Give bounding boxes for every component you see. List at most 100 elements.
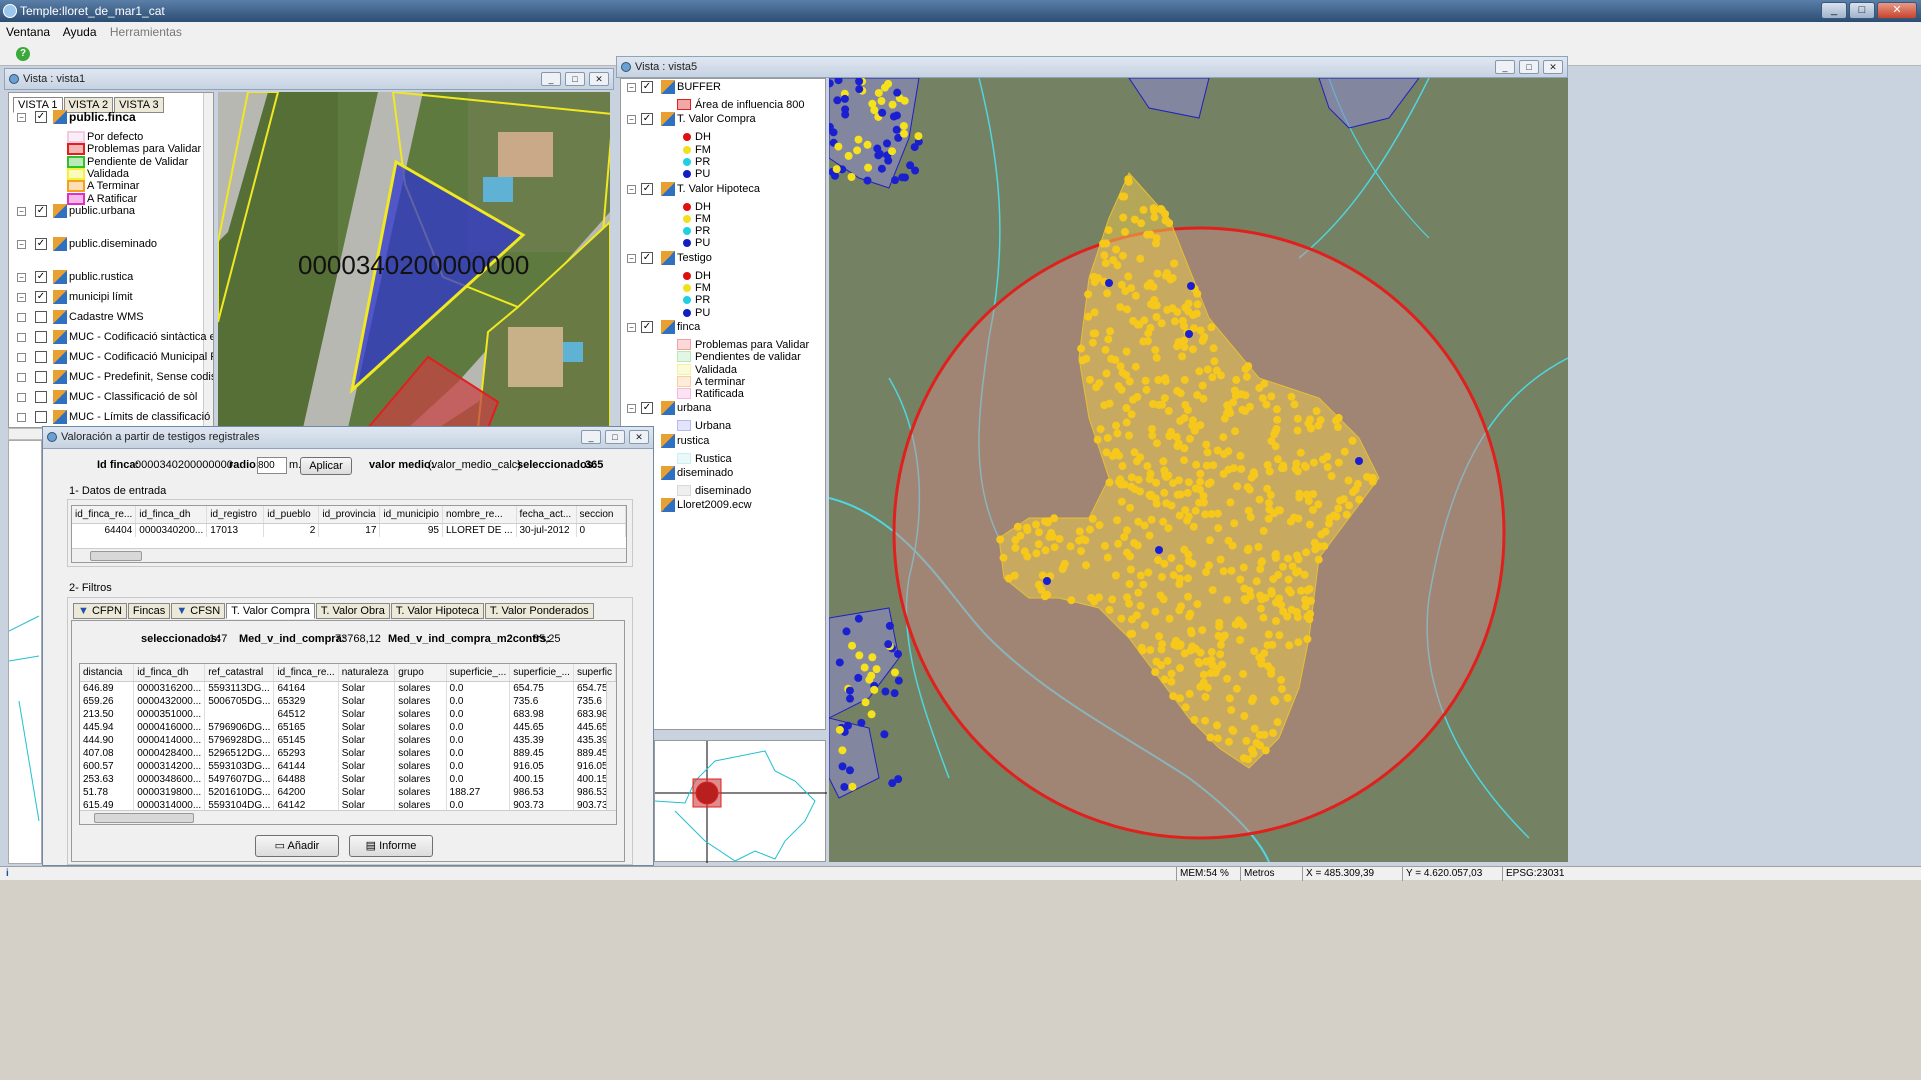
input-col-header[interactable]: id_provincia — [318, 506, 381, 524]
layer-checkbox[interactable]: ✓ — [641, 81, 653, 93]
expand-icon[interactable]: − — [17, 113, 26, 122]
input-col-header[interactable]: seccion — [576, 506, 626, 524]
results-hscroll[interactable] — [80, 810, 616, 824]
view5-map[interactable] — [829, 78, 1568, 862]
table-row[interactable]: 444.90 0000414000... 5796928DG... 65145 Sola… — [80, 733, 616, 747]
layer-group[interactable]: − ✓ T. Valor Compra — [621, 111, 821, 127]
layer-item[interactable]: MUC - Predefinit, Sense codis — [9, 369, 213, 385]
result-col-header[interactable]: grupo — [394, 664, 447, 682]
result-col-header[interactable]: ref_catastral — [204, 664, 275, 682]
layer-checkbox[interactable]: ✓ — [641, 182, 653, 195]
layer-checkbox[interactable] — [35, 330, 47, 343]
layer-item[interactable]: − ✓ municipi límit — [9, 289, 199, 305]
maximize-button[interactable]: □ — [1849, 2, 1875, 19]
input-col-header[interactable]: id_finca_dh — [135, 506, 208, 524]
layer-item[interactable]: MUC - Codificació Municipal Planej — [9, 349, 213, 365]
layer-group[interactable]: − ✓ T. Valor Hipoteca — [621, 181, 821, 197]
layer-checkbox[interactable] — [35, 310, 47, 323]
filter-tab[interactable]: T. Valor Compra — [226, 603, 315, 619]
result-col-header[interactable]: superficie_... — [446, 664, 511, 682]
dialog-close-button[interactable]: ✕ — [629, 430, 649, 444]
expand-icon[interactable]: − — [17, 272, 26, 282]
expand-icon[interactable]: − — [627, 184, 636, 194]
table-row[interactable]: 253.63 0000348600... 5497607DG... 64488 Sola… — [80, 772, 616, 786]
layer-checkbox[interactable]: ✓ — [35, 237, 47, 250]
layer-checkbox[interactable]: ✓ — [35, 290, 47, 303]
close-button[interactable]: ✕ — [1877, 2, 1917, 19]
overview-map[interactable] — [654, 740, 827, 863]
layer-group[interactable]: − ✓ finca — [621, 319, 821, 335]
dialog-minimize-button[interactable]: _ — [581, 430, 601, 444]
menu-ventana[interactable]: Ventana — [6, 25, 50, 39]
table-row[interactable]: 600.57 0000314200... 5593103DG... 64144 Sola… — [80, 759, 616, 773]
layer-checkbox[interactable] — [35, 370, 47, 383]
filter-tab[interactable]: ▼ CFPN — [73, 603, 127, 619]
expand-icon[interactable] — [17, 332, 26, 342]
layer-checkbox[interactable] — [35, 350, 47, 363]
expand-icon[interactable]: − — [627, 115, 636, 125]
layer-item[interactable]: − ✓ public.diseminado — [9, 236, 199, 252]
layer-checkbox[interactable]: ✓ — [35, 204, 47, 217]
view1-maximize-button[interactable]: □ — [565, 72, 585, 86]
expand-icon[interactable] — [17, 312, 26, 322]
layer-item[interactable]: − ✓ public.urbana — [9, 203, 199, 219]
expand-icon[interactable]: − — [627, 83, 636, 92]
table-row[interactable]: 646.89 0000316200... 5593113DG... 64164 Sola… — [80, 681, 616, 695]
result-col-header[interactable]: superfic — [573, 664, 616, 682]
report-button[interactable]: ▤ Informe — [349, 835, 433, 857]
layer-item[interactable]: − ✓ public.finca — [9, 109, 199, 125]
layer-checkbox[interactable]: ✓ — [641, 320, 653, 333]
minimize-button[interactable]: _ — [1821, 2, 1847, 19]
add-button[interactable]: ▭ Añadir — [255, 835, 339, 857]
view1-map[interactable]: 0000340200000000 — [218, 92, 610, 428]
expand-icon[interactable]: − — [627, 322, 636, 332]
table-row[interactable]: 213.50 0000351000... 64512 Solar solares 0.0 6… — [80, 707, 616, 721]
layer-group[interactable]: − ✓ urbana — [621, 400, 821, 416]
result-col-header[interactable]: id_finca_dh — [133, 664, 206, 682]
layer-item[interactable]: MUC - Codificació sintàctica estàn — [9, 329, 213, 345]
layer-checkbox[interactable]: ✓ — [641, 402, 653, 415]
layer-item[interactable]: Cadastre WMS — [9, 309, 199, 325]
menu-ayuda[interactable]: Ayuda — [63, 25, 97, 39]
table-row[interactable]: 407.08 0000428400... 5296512DG... 65293 Sola… — [80, 746, 616, 760]
view1-minimize-button[interactable]: _ — [541, 72, 561, 86]
expand-icon[interactable] — [17, 352, 26, 362]
layer-checkbox[interactable] — [35, 410, 47, 423]
input-table-hscroll[interactable] — [72, 548, 626, 562]
input-col-header[interactable]: nombre_re... — [442, 506, 517, 524]
result-col-header[interactable]: distancia — [80, 664, 135, 682]
input-col-header[interactable]: fecha_act... — [516, 506, 577, 524]
layer-item[interactable]: MUC - Límits de classificació — [9, 409, 210, 425]
filter-tab[interactable]: T. Valor Obra — [315, 603, 390, 619]
input-col-header[interactable]: id_registro — [206, 506, 265, 524]
filter-tab[interactable]: Fincas — [127, 603, 171, 619]
table-row[interactable]: 51.78 0000319800... 5201610DG... 64200 Solar… — [80, 785, 616, 799]
expand-icon[interactable]: − — [627, 253, 636, 263]
layer-checkbox[interactable]: ✓ — [35, 111, 47, 123]
table-row[interactable]: 659.26 0000432000... 5006705DG... 65329 Sola… — [80, 694, 616, 708]
radio-input[interactable] — [257, 457, 287, 474]
expand-icon[interactable]: − — [17, 206, 26, 216]
view5-minimize-button[interactable]: _ — [1495, 60, 1515, 74]
table-row[interactable]: 445.94 0000416000... 5796906DG... 65165 Sola… — [80, 720, 616, 734]
input-col-header[interactable]: id_pueblo — [263, 506, 320, 524]
layer-checkbox[interactable] — [35, 390, 47, 403]
expand-icon[interactable] — [17, 412, 26, 422]
input-col-header[interactable]: id_finca_re... — [72, 506, 137, 524]
layer-item[interactable]: MUC - Classificació de sòl — [9, 389, 199, 405]
layer-group[interactable]: − ✓ BUFFER — [621, 79, 821, 95]
view1-close-button[interactable]: ✕ — [589, 72, 609, 86]
result-col-header[interactable]: naturaleza — [338, 664, 396, 682]
results-vscroll[interactable] — [606, 682, 616, 810]
view5-maximize-button[interactable]: □ — [1519, 60, 1539, 74]
filter-tab[interactable]: T. Valor Hipoteca — [390, 603, 484, 619]
results-table[interactable]: distancia id_finca_dh ref_catastral id_finc… — [79, 663, 617, 825]
expand-icon[interactable]: − — [627, 404, 636, 414]
layer-group[interactable]: − ✓ Testigo — [621, 250, 821, 266]
apply-button[interactable]: Aplicar — [300, 457, 352, 475]
dialog-maximize-button[interactable]: □ — [605, 430, 625, 444]
filter-tab[interactable]: T. Valor Ponderados — [484, 603, 594, 619]
layer-checkbox[interactable]: ✓ — [35, 270, 47, 283]
input-col-header[interactable]: id_municipio — [379, 506, 443, 524]
filter-tab[interactable]: ▼ CFSN — [171, 603, 226, 619]
